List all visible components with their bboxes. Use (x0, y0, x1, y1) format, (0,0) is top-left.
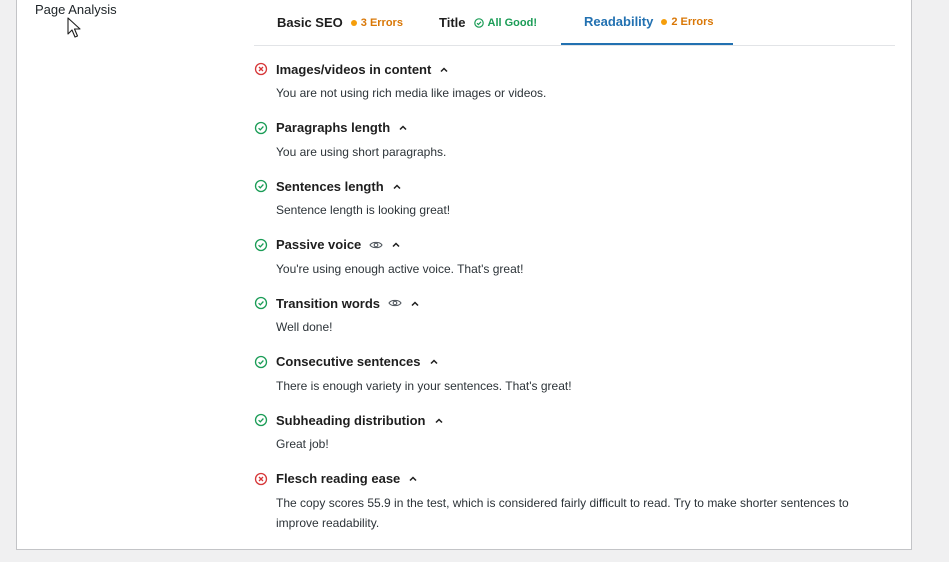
check-item: Passive voice You're using enough active… (254, 234, 894, 293)
check-item: Paragraphs length You are using short pa… (254, 117, 894, 176)
badge-text: 3 Errors (360, 16, 403, 29)
check-circle-icon (254, 413, 268, 427)
check-circle-icon (254, 238, 268, 251)
check-title: Subheading distribution (276, 412, 426, 428)
chevron-up-icon[interactable] (410, 300, 420, 307)
chevron-up-icon[interactable] (392, 183, 402, 190)
check-description: You are using short paragraphs. (276, 144, 447, 159)
chevron-up-icon[interactable] (391, 241, 401, 248)
chevron-up-icon[interactable] (434, 417, 444, 424)
check-header[interactable]: Images/videos in content (276, 58, 894, 80)
check-title: Paragraphs length (276, 120, 391, 135)
check-title: Images/videos in content (276, 61, 432, 77)
chevron-up-icon[interactable] (408, 475, 418, 482)
check-title: Transition words (276, 295, 381, 311)
check-item: Consecutive sentences There is enough va… (254, 351, 894, 410)
chevron-up-icon[interactable] (398, 124, 408, 131)
check-item: Transition words Well done! (254, 292, 894, 351)
check-header[interactable]: Sentences length (276, 175, 894, 197)
badge-text: 2 Errors (671, 15, 714, 28)
tab-basic-seo[interactable]: Basic SEO 3 Errors (277, 0, 403, 45)
check-item: Subheading distribution Great job! (254, 409, 894, 468)
chevron-up-icon[interactable] (429, 358, 439, 365)
warning-dot-icon (350, 19, 357, 26)
check-title: Consecutive sentences (276, 354, 421, 369)
error-circle-icon (254, 62, 268, 76)
check-item: Sentences length Sentence length is look… (254, 175, 894, 234)
check-description: Great job! (276, 437, 329, 451)
check-circle-icon (254, 121, 268, 134)
check-header[interactable]: Paragraphs length (276, 117, 894, 139)
status-badge: All Good! (473, 16, 538, 29)
check-circle-icon (254, 296, 268, 310)
eye-icon[interactable] (369, 240, 383, 250)
check-item: Images/videos in content You are not usi… (254, 58, 894, 117)
check-description: You're using enough active voice. That's… (276, 261, 524, 276)
eye-icon[interactable] (388, 298, 402, 308)
check-title: Passive voice (276, 237, 362, 252)
check-header[interactable]: Flesch reading ease (276, 468, 894, 490)
check-header[interactable]: Consecutive sentences (276, 351, 894, 373)
error-count-badge: 3 Errors (350, 16, 403, 29)
tab-label: Basic SEO (277, 15, 343, 30)
tab-title[interactable]: Title All Good! (439, 0, 537, 45)
readability-checks-list: Images/videos in content You are not usi… (254, 58, 894, 533)
check-circle-icon (473, 17, 484, 28)
check-title: Flesch reading ease (276, 471, 401, 486)
tab-label: Readability (584, 14, 654, 29)
check-description: There is enough variety in your sentence… (276, 378, 572, 393)
check-item: Flesch reading ease The copy scores 55.9… (254, 468, 894, 533)
error-count-badge: 2 Errors (661, 15, 714, 28)
warning-dot-icon (661, 18, 668, 25)
chevron-up-icon[interactable] (439, 66, 449, 73)
analysis-tabs: Basic SEO 3 Errors Title All Good! Reada… (254, 0, 895, 46)
tab-readability[interactable]: Readability 2 Errors (561, 0, 733, 45)
mouse-cursor-icon (67, 17, 81, 38)
page-title: Page Analysis (35, 2, 117, 17)
badge-text: All Good! (487, 16, 538, 29)
check-circle-icon (254, 355, 268, 368)
check-header[interactable]: Transition words (276, 292, 894, 314)
check-description: You are not using rich media like images… (276, 86, 547, 100)
check-circle-icon (254, 179, 268, 193)
check-title: Sentences length (276, 178, 384, 194)
check-description: The copy scores 55.9 in the test, which … (276, 495, 849, 530)
tab-label: Title (439, 15, 466, 30)
check-description: Sentence length is looking great! (276, 203, 451, 217)
error-circle-icon (254, 472, 268, 485)
check-description: Well done! (276, 320, 333, 334)
check-header[interactable]: Passive voice (276, 234, 894, 256)
check-header[interactable]: Subheading distribution (276, 409, 894, 431)
